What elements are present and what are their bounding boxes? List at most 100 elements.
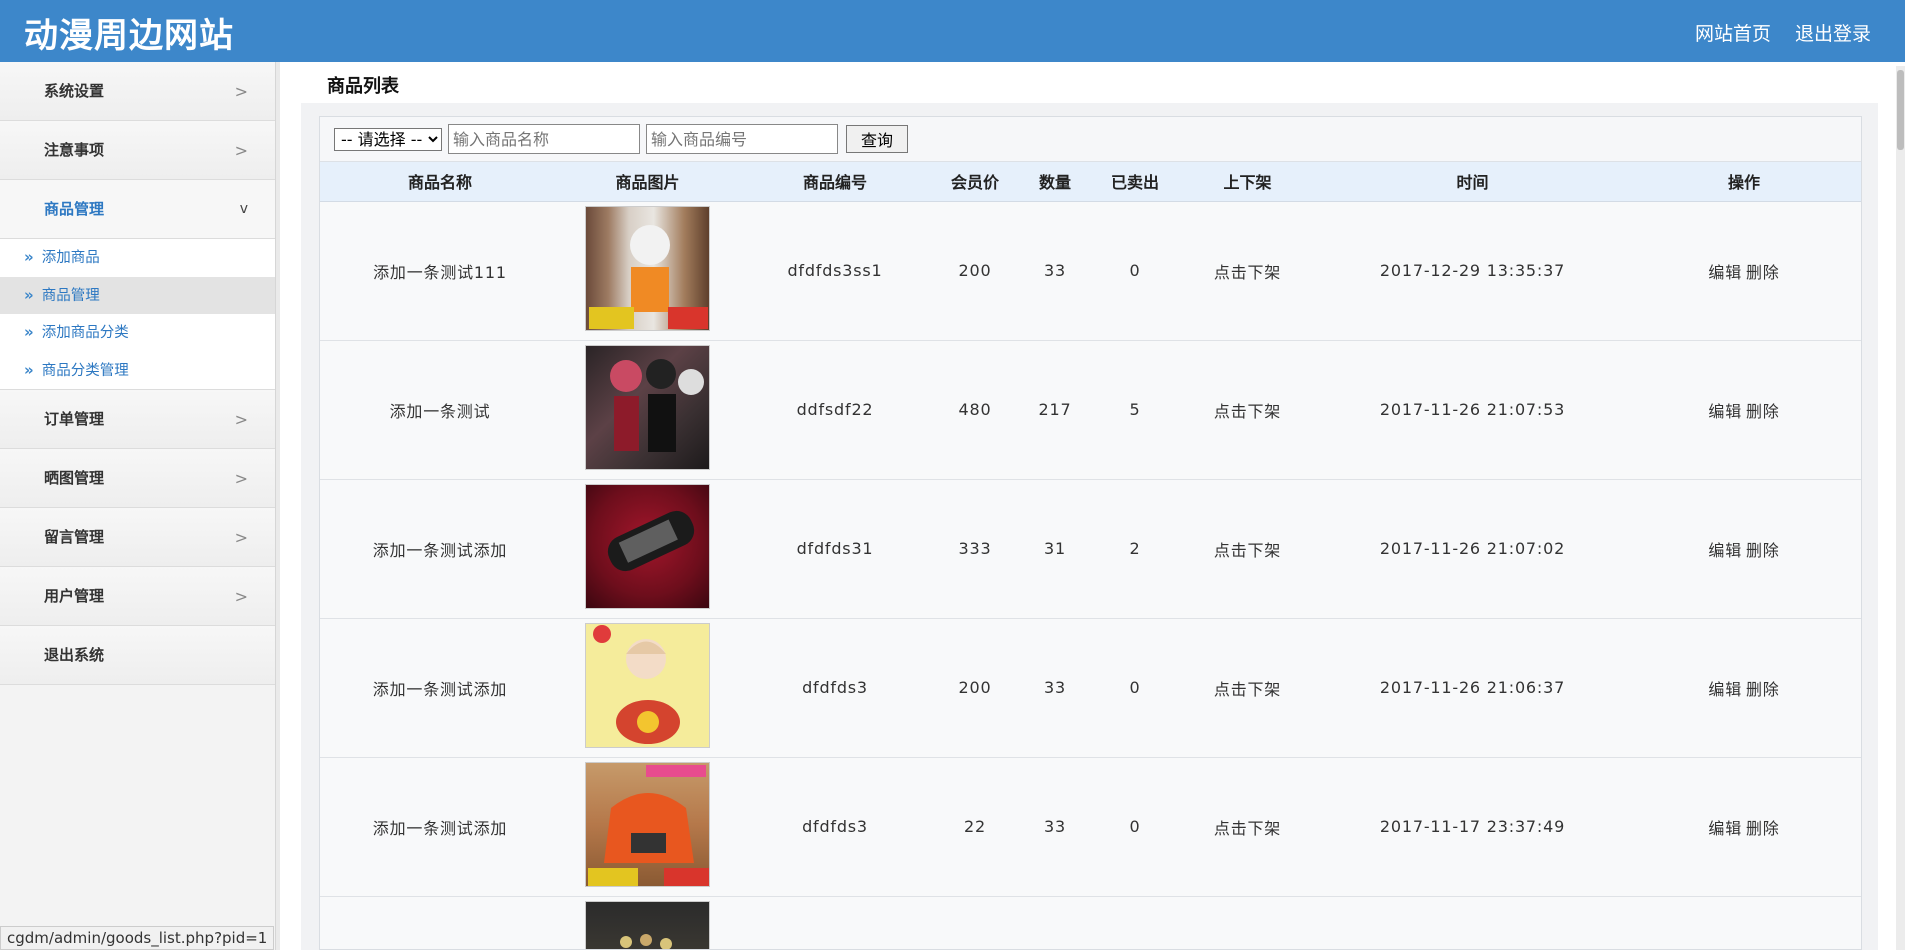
- delete-link[interactable]: 删除: [1746, 680, 1780, 699]
- goods-table: 商品名称 商品图片 商品编号 会员价 数量 已卖出 上下架 时间 操作 添加一条…: [320, 162, 1861, 949]
- goods-sold: 0: [1129, 817, 1141, 836]
- goods-name: 添加一条测试添加: [372, 818, 508, 838]
- goods-time: 2017-11-26 21:07:02: [1379, 539, 1566, 558]
- status-bar-url: cgdm/admin/goods_list.php?pid=1: [0, 926, 275, 950]
- edit-link[interactable]: 编辑: [1708, 402, 1742, 421]
- site-title: 动漫周边网站: [24, 16, 234, 56]
- edit-link[interactable]: 编辑: [1708, 541, 1742, 560]
- empty-cell: [320, 896, 560, 949]
- goods-table-container: -- 请选择 -- 查询 商品名称 商品图片 商品编号 会员价 数量 已卖出 上…: [319, 116, 1862, 950]
- chevron-right-icon: >: [234, 82, 248, 101]
- actions-cell: 编辑 删除: [1625, 201, 1861, 340]
- sidebar-item-label: 留言管理: [44, 528, 105, 546]
- delete-link[interactable]: 删除: [1746, 541, 1780, 560]
- goods-name-input[interactable]: [448, 124, 640, 154]
- submenu-label: 商品分类管理: [41, 362, 129, 379]
- submenu-label: 添加商品: [41, 250, 100, 266]
- empty-cell: [735, 896, 935, 949]
- submenu-add-category[interactable]: » 添加商品分类: [0, 314, 275, 352]
- goods-sold: 0: [1129, 261, 1141, 280]
- submenu-label: 添加商品分类: [41, 325, 129, 341]
- sidebar-item-system-settings[interactable]: 系统设置 >: [0, 62, 275, 121]
- table-row: 添加一条测试添加 dfdfds3 22 33 0 点击下架 2017-11-17…: [320, 757, 1861, 896]
- toggle-shelf-link[interactable]: 点击下架: [1175, 479, 1320, 618]
- goods-price: 200: [958, 261, 992, 280]
- submenu-category-management[interactable]: » 商品分类管理: [0, 352, 275, 390]
- col-header-name: 商品名称: [320, 162, 560, 202]
- goods-code: dfdfds3: [802, 678, 868, 697]
- actions-cell: 编辑 删除: [1625, 479, 1861, 618]
- toggle-shelf-link[interactable]: 点击下架: [1175, 201, 1320, 340]
- goods-name: 添加一条测试: [389, 401, 491, 421]
- toggle-shelf-link[interactable]: 点击下架: [1175, 618, 1320, 757]
- goods-sold: 0: [1129, 678, 1141, 697]
- sidebar-item-photos[interactable]: 晒图管理 >: [0, 449, 275, 508]
- figure-illustration: [620, 933, 672, 949]
- top-header: 动漫周边网站 网站首页 退出登录: [0, 0, 1905, 62]
- header-links: 网站首页 退出登录: [1695, 19, 1871, 46]
- goods-qty: 217: [1038, 400, 1072, 419]
- goods-image-cell: [560, 340, 735, 479]
- goods-sold: 5: [1129, 400, 1141, 419]
- table-row: [320, 896, 1861, 949]
- col-header-actions: 操作: [1625, 162, 1861, 202]
- col-header-image: 商品图片: [560, 162, 735, 202]
- goods-name: 添加一条测试添加: [372, 540, 508, 560]
- home-link[interactable]: 网站首页: [1695, 19, 1771, 46]
- goods-qty: 33: [1044, 817, 1066, 836]
- query-button[interactable]: 查询: [846, 125, 908, 153]
- edit-link[interactable]: 编辑: [1708, 263, 1742, 282]
- sidebar-item-orders[interactable]: 订单管理 >: [0, 390, 275, 449]
- logout-link[interactable]: 退出登录: [1795, 19, 1871, 46]
- double-arrow-icon: »: [24, 248, 34, 266]
- goods-image: [585, 900, 710, 949]
- sidebar-item-label: 注意事项: [44, 141, 105, 159]
- goods-image: [585, 206, 710, 331]
- goods-price: 333: [958, 539, 992, 558]
- goods-time: 2017-11-26 21:06:37: [1379, 678, 1566, 697]
- sidebar-item-label: 商品管理: [44, 200, 105, 218]
- goods-image-cell: [560, 201, 735, 340]
- delete-link[interactable]: 删除: [1746, 819, 1780, 838]
- edit-link[interactable]: 编辑: [1708, 680, 1742, 699]
- delete-link[interactable]: 删除: [1746, 263, 1780, 282]
- goods-name: 添加一条测试添加: [372, 679, 508, 699]
- table-row: 添加一条测试添加 dfdfds3 200 33 0 点击下架 2017-11-2…: [320, 618, 1861, 757]
- delete-link[interactable]: 删除: [1746, 402, 1780, 421]
- sidebar-item-label: 订单管理: [44, 410, 105, 428]
- sidebar-item-users[interactable]: 用户管理 >: [0, 567, 275, 626]
- empty-cell: [1095, 896, 1175, 949]
- edit-link[interactable]: 编辑: [1708, 819, 1742, 838]
- goods-image: [585, 484, 710, 609]
- figure-illustration: [593, 625, 680, 744]
- category-select[interactable]: -- 请选择 --: [334, 127, 442, 151]
- page-scrollbar[interactable]: [1896, 66, 1905, 950]
- submenu-label: 商品管理: [41, 287, 100, 304]
- submenu-goods-management[interactable]: » 商品管理: [0, 276, 275, 314]
- sidebar-item-notes[interactable]: 注意事项 >: [0, 121, 275, 180]
- sidebar-item-exit[interactable]: 退出系统: [0, 626, 275, 685]
- toggle-shelf-link[interactable]: 点击下架: [1175, 757, 1320, 896]
- col-header-qty: 数量: [1015, 162, 1095, 202]
- sidebar-item-label: 退出系统: [44, 646, 105, 664]
- goods-image-cell: [560, 757, 735, 896]
- sidebar-item-goods-management[interactable]: 商品管理 v: [0, 180, 275, 239]
- empty-cell: [1320, 896, 1625, 949]
- goods-code-input[interactable]: [646, 124, 838, 154]
- table-row: 添加一条测试 ddfsdf22 480 217 5 点击下架 2017-11-2…: [320, 340, 1861, 479]
- col-header-price: 会员价: [935, 162, 1015, 202]
- col-header-code: 商品编号: [735, 162, 935, 202]
- goods-submenu: » 添加商品 » 商品管理 » 添加商品分类 » 商品分类管理: [0, 239, 275, 390]
- chevron-right-icon: >: [234, 141, 248, 160]
- double-arrow-icon: »: [24, 323, 34, 341]
- scrollbar-thumb[interactable]: [1897, 70, 1904, 150]
- double-arrow-icon: »: [24, 360, 34, 379]
- sidebar-item-messages[interactable]: 留言管理 >: [0, 508, 275, 567]
- toggle-shelf-link[interactable]: 点击下架: [1175, 340, 1320, 479]
- goods-sold: 2: [1129, 539, 1141, 558]
- goods-price: 480: [958, 400, 992, 419]
- table-row: 添加一条测试添加 dfdfds31 333 31 2 点击下架 2017-11-…: [320, 479, 1861, 618]
- sidebar: 系统设置 > 注意事项 > 商品管理 v » 添加商品 » 商品管理 » 添加商品分类…: [0, 62, 276, 950]
- submenu-add-goods[interactable]: » 添加商品: [0, 239, 275, 277]
- empty-cell: [1015, 896, 1095, 949]
